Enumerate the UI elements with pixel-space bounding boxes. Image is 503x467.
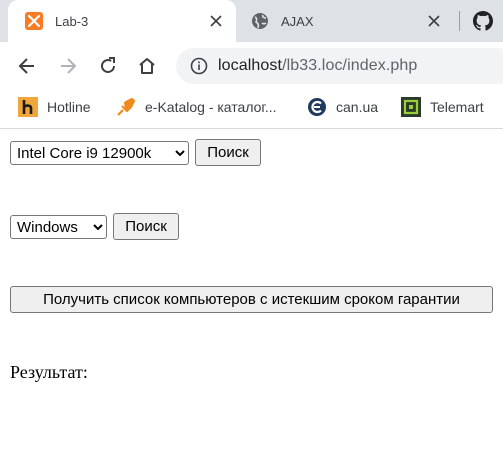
hotline-icon [18,97,38,117]
telemart-icon [401,97,421,117]
xampp-icon [25,12,43,30]
result-label: Результат: [10,362,88,382]
bookmark-telemart[interactable]: Telemart [401,90,484,124]
url-path: /lb33.loc/index.php [282,57,418,74]
bookmark-can-ua[interactable]: can.ua [307,90,378,124]
tab-lab-3[interactable]: Lab-3 [8,0,236,42]
bookmarks-bar: Hotline e-Katalog - каталог... can.ua Te… [0,90,503,129]
bookmark-label: can.ua [336,99,379,115]
bookmark-hotline[interactable]: Hotline [18,90,91,124]
home-button[interactable] [135,54,159,78]
info-icon[interactable] [190,57,208,75]
bookmark-label: e-Katalog - каталог... [145,99,277,115]
close-tab-icon[interactable] [426,13,442,29]
os-select[interactable]: Windows [10,215,107,239]
tab-ajax[interactable]: AJAX [242,0,454,42]
bookmark-e-katalog[interactable]: e-Katalog - каталог... [116,90,277,124]
bookmark-label: Hotline [47,99,91,115]
tab-title: Lab-3 [55,13,89,29]
cpu-search-button[interactable]: Поиск [195,139,261,166]
tab-separator [459,11,460,31]
url-host: localhost [218,57,283,74]
github-icon[interactable] [473,11,493,31]
os-search-button[interactable]: Поиск [113,213,179,240]
address-bar[interactable]: localhost/lb33.loc/index.php [176,48,503,84]
tab-title: AJAX [281,13,314,29]
cpu-select[interactable]: Intel Core i9 12900k [10,141,189,165]
expired-warranty-button[interactable]: Получить список компьютеров с истекшим с… [10,286,493,313]
back-button[interactable] [15,54,39,78]
globe-icon [251,12,269,30]
page-content: Intel Core i9 12900k Поиск Windows Поиск… [0,129,503,467]
forward-button[interactable] [56,54,80,78]
browser-toolbar: localhost/lb33.loc/index.php [0,42,503,90]
close-tab-icon[interactable] [208,13,224,29]
ekatalog-icon [116,97,136,117]
tab-strip: Lab-3 AJAX [0,0,503,42]
url-text: localhost/lb33.loc/index.php [218,57,417,75]
bookmark-label: Telemart [430,99,484,115]
reload-button[interactable] [96,54,120,78]
can-ua-icon [307,97,327,117]
